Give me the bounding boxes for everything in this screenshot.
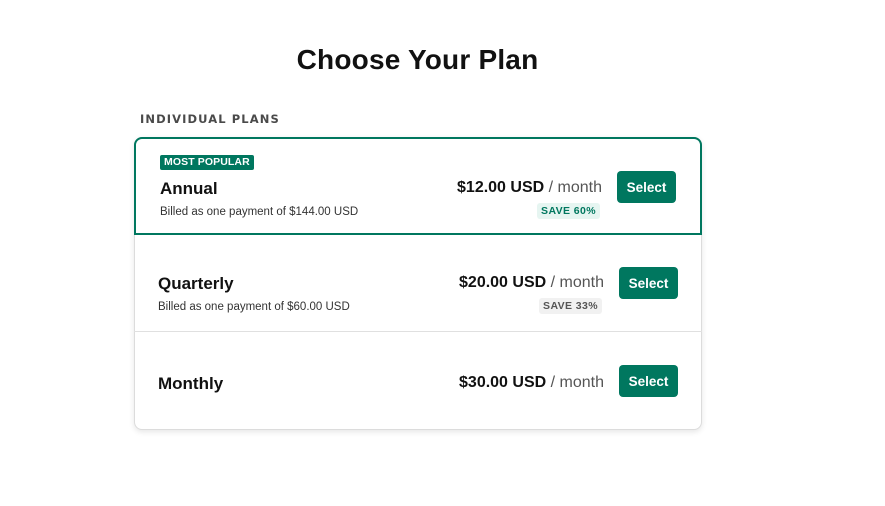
plan-option-monthly[interactable]: Monthly $30.00 USD / month Select xyxy=(134,332,702,430)
plan-name: Quarterly xyxy=(158,274,234,293)
savings-badge: SAVE 33% xyxy=(539,298,602,314)
plan-selection-page: Choose Your Plan INDIVIDUAL PLANS MOST P… xyxy=(0,0,885,506)
page-title: Choose Your Plan xyxy=(296,44,539,75)
section-label: INDIVIDUAL PLANS xyxy=(140,112,280,126)
select-quarterly-button[interactable]: Select xyxy=(619,267,678,299)
plan-option-quarterly[interactable]: Quarterly Billed as one payment of $60.0… xyxy=(134,234,702,332)
price-amount: $12.00 USD xyxy=(457,179,545,196)
plan-price: $12.00 USD / month xyxy=(457,179,602,197)
most-popular-badge: MOST POPULAR xyxy=(160,155,254,170)
price-period: / month xyxy=(546,274,604,291)
billing-note: Billed as one payment of $144.00 USD xyxy=(160,206,359,218)
plan-price: $30.00 USD / month xyxy=(459,374,604,392)
plan-option-annual[interactable]: MOST POPULAR Annual Billed as one paymen… xyxy=(134,137,702,235)
price-period: / month xyxy=(546,374,604,391)
select-annual-button[interactable]: Select xyxy=(617,171,676,203)
price-period: / month xyxy=(544,179,602,196)
savings-badge: SAVE 60% xyxy=(537,203,600,219)
plan-name: Monthly xyxy=(158,374,224,393)
select-monthly-button[interactable]: Select xyxy=(619,365,678,397)
price-amount: $30.00 USD xyxy=(459,374,547,391)
plans-card: MOST POPULAR Annual Billed as one paymen… xyxy=(134,137,702,430)
price-amount: $20.00 USD xyxy=(459,274,547,291)
billing-note: Billed as one payment of $60.00 USD xyxy=(158,301,350,313)
plan-price: $20.00 USD / month xyxy=(459,274,604,292)
plan-name: Annual xyxy=(160,179,218,198)
